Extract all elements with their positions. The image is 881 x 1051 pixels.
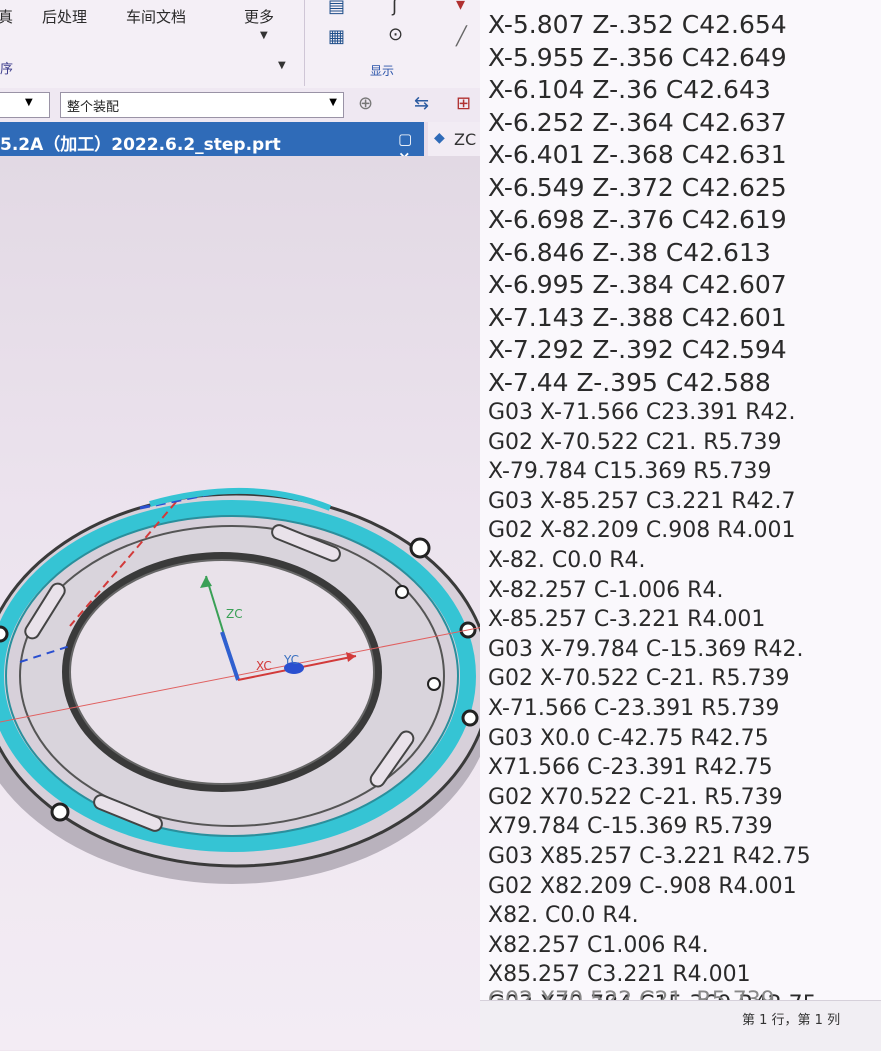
gcode-line: X-85.257 C-3.221 R4.001 — [488, 607, 766, 632]
bolt-hole — [409, 537, 431, 559]
type-filter-select[interactable]: ▼ — [0, 92, 50, 118]
inner-bore — [69, 559, 375, 785]
bolt-hole — [395, 585, 409, 599]
gcode-line: X-79.784 C15.369 R5.739 — [488, 459, 772, 484]
gcode-line: X85.257 C3.221 R4.001 — [488, 962, 751, 987]
tab-active-part[interactable]: 5.2A（加工）2022.6.2_step.prt ▢ × — [0, 122, 424, 166]
gcode-line: X-82. C0.0 R4. — [488, 548, 646, 573]
gcode-line: X-6.995 Z-.384 C42.607 — [488, 270, 787, 299]
gcode-line: G03 X-85.257 C3.221 R42.7 — [488, 489, 796, 514]
gcode-line: X-6.698 Z-.376 C42.619 — [488, 205, 787, 234]
gcode-line: X79.784 C-15.369 R5.739 — [488, 814, 773, 839]
chevron-down-icon[interactable]: ▼ — [278, 60, 286, 71]
gcode-line: X-6.104 Z-.36 C42.643 — [488, 75, 771, 104]
swap-arrows-icon[interactable]: ⇆ — [414, 93, 429, 114]
menu-shop-docs[interactable]: 车间文档 — [126, 6, 186, 27]
gcode-line: G03 X0.0 C-42.75 R42.75 — [488, 726, 769, 751]
assembly-scope-value: 整个装配 — [67, 100, 120, 115]
gcode-line: G03 X-79.784 C-15.369 R42. — [488, 637, 804, 662]
gcode-line: X-6.401 Z-.368 C42.631 — [488, 140, 787, 169]
add-filter-icon[interactable]: ⊞ — [456, 93, 471, 114]
gcode-line: G03 X85.257 C-3.221 R42.75 — [488, 844, 811, 869]
gcode-line: X-7.292 Z-.392 C42.594 — [488, 335, 787, 364]
bolt-hole — [50, 802, 70, 822]
ribbon: 真 后处理 车间文档 更多 ▼ 序 ▼ ▤ ▦ ʃ ⊙ ▾ ╱ 显示 — [0, 0, 488, 89]
table-icon[interactable]: ▤ — [328, 0, 345, 17]
gcode-line: G02 X-70.522 C21. R5.739 — [488, 430, 782, 455]
ring-part-model: ZC XC YC — [0, 488, 488, 884]
yc-axis-label: YC — [283, 653, 299, 667]
graphics-viewport[interactable]: ZC XC YC — [0, 156, 488, 1050]
gcode-line: G02 X82.209 C-.908 R4.001 — [488, 874, 797, 899]
part-file-icon: ◆ — [434, 130, 445, 146]
zc-axis-label: ZC — [226, 607, 243, 621]
gcode-line: X71.566 C-23.391 R42.75 — [488, 755, 773, 780]
selection-filter-bar: ▼ 整个装配 ▼ ⊕ ⇆ ⊞ — [0, 88, 488, 123]
menu-simulation[interactable]: 真 — [0, 6, 13, 27]
gcode-line: X82.257 C1.006 R4. — [488, 933, 709, 958]
gcode-line: X82. C0.0 R4. — [488, 903, 639, 928]
gcode-line: X-6.252 Z-.364 C42.637 — [488, 108, 787, 137]
ribbon-divider — [304, 0, 305, 86]
table-edit-icon[interactable]: ▦ — [328, 26, 345, 47]
line-icon[interactable]: ╱ — [456, 26, 467, 47]
bolt-hole — [461, 709, 479, 727]
chevron-down-icon[interactable]: ▼ — [260, 30, 268, 41]
gcode-line: G03 X-71.566 C23.391 R42. — [488, 400, 796, 425]
display-group-label: 显示 — [370, 64, 395, 78]
gcode-line: X-6.846 Z-.38 C42.613 — [488, 238, 771, 267]
tab-active-title: 5.2A（加工）2022.6.2_step.prt — [0, 135, 281, 155]
cursor-position-status: 第 1 行，第 1 列 — [742, 1013, 841, 1028]
gcode-line: X-7.44 Z-.395 C42.588 — [488, 368, 771, 397]
menu-more[interactable]: 更多 — [244, 6, 274, 27]
gcode-line: X-7.143 Z-.388 C42.601 — [488, 303, 787, 332]
gcode-line: G02 X-82.209 C.908 R4.001 — [488, 518, 796, 543]
gcode-line: X-71.566 C-23.391 R5.739 — [488, 696, 780, 721]
chevron-down-icon: ▼ — [25, 97, 33, 108]
gcode-line: G02 X-70.522 C-21. R5.739 — [488, 666, 790, 691]
document-tabbar: 5.2A（加工）2022.6.2_step.prt ▢ × ◆ ZC — [0, 122, 488, 166]
gcode-line: G02 X70.522 C-21. R5.739 — [488, 785, 783, 810]
assembly-scope-select[interactable]: 整个装配 ▼ — [60, 92, 344, 118]
gcode-line: X-5.955 Z-.356 C42.649 — [488, 43, 787, 72]
snap-point-icon[interactable]: ⊕ — [358, 93, 373, 114]
editor-status-bar: 第 1 行，第 1 列 — [480, 1000, 881, 1051]
tab-next-part[interactable]: ◆ ZC — [428, 122, 488, 156]
gcode-line: X-82.257 C-1.006 R4. — [488, 578, 724, 603]
tab-next-title: ZC — [454, 130, 477, 149]
bolt-hole — [0, 625, 9, 643]
gcode-text-panel[interactable]: X-5.807 Z-.352 C42.654 X-5.955 Z-.356 C42… — [480, 0, 881, 1050]
gcode-line: X-6.549 Z-.372 C42.625 — [488, 173, 787, 202]
chevron-down-icon: ▼ — [329, 97, 337, 108]
menu-postprocess[interactable]: 后处理 — [42, 6, 87, 27]
pin-icon[interactable]: ▾ — [456, 0, 465, 15]
ribbon-sub-label: 序 — [0, 62, 14, 77]
xc-axis-label: XC — [256, 659, 272, 673]
circle-dot-icon[interactable]: ⊙ — [388, 24, 403, 45]
gcode-line: X-5.807 Z-.352 C42.654 — [488, 10, 787, 39]
bolt-hole — [427, 677, 441, 691]
curve-icon[interactable]: ʃ — [392, 0, 398, 17]
